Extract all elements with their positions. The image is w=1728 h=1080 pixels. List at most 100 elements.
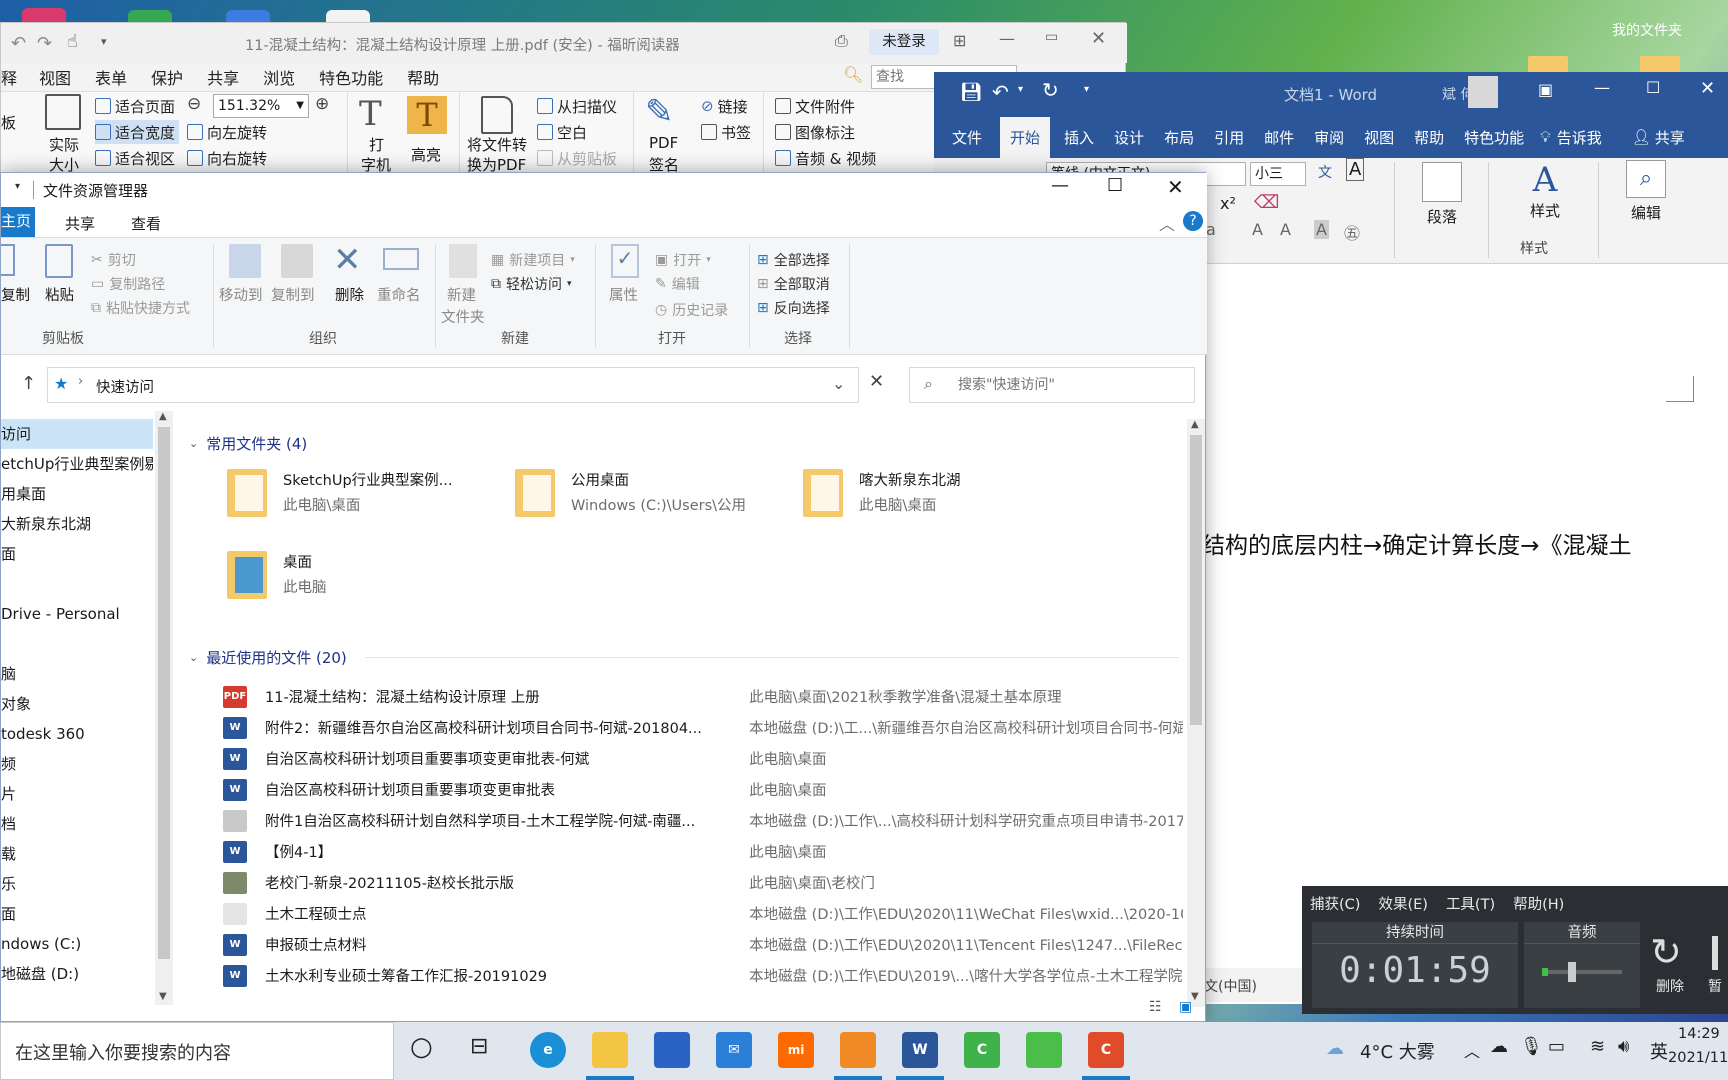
recent-file-row[interactable]: W 申报硕士点材料 本地磁盘 (D:)\工作\EDU\2020\11\Tencent… (223, 929, 1183, 960)
share-button[interactable]: 共享 (1655, 127, 1685, 148)
frequent-folder-tile[interactable]: 公用桌面 Windows (C:)\Users\公用 (515, 465, 785, 535)
highlight-icon[interactable]: T (407, 96, 447, 134)
scroll-up-icon[interactable]: ▲ (159, 411, 167, 422)
tab-home[interactable]: 主页 (1, 207, 35, 237)
tab-insert[interactable]: 插入 (1064, 127, 1094, 148)
clear-format-icon[interactable]: ⌫ (1254, 192, 1279, 213)
nav-item[interactable]: 用桌面 (1, 479, 153, 509)
audio-video-button[interactable]: 音频 & 视频 (775, 146, 876, 170)
move-to-icon[interactable] (229, 244, 261, 278)
nav-item[interactable]: todesk 360 (1, 719, 153, 749)
undo-icon[interactable]: ↶ (992, 80, 1009, 104)
nav-item[interactable]: 访问 (1, 419, 153, 449)
tab-view[interactable]: 视图 (1364, 127, 1394, 148)
zoom-select[interactable]: 151.32% ▼ (213, 94, 309, 118)
frequent-folders-header[interactable]: ⌄ 常用文件夹 (4) (189, 433, 307, 454)
nav-item[interactable]: Drive - Personal (1, 599, 153, 629)
fit-view-button[interactable]: 适合视区 (95, 146, 175, 170)
person-icon[interactable]: 👤︎ (1632, 128, 1651, 146)
clock-time[interactable]: 14:29 (1678, 1026, 1720, 1042)
nav-item[interactable] (1, 569, 153, 599)
content-scrollbar[interactable]: ▲ ▼ (1187, 419, 1205, 1007)
link-button[interactable]: ⊘ 链接 (701, 94, 748, 118)
tab-home[interactable]: 开始 (1000, 116, 1051, 158)
redo-icon[interactable]: ↻ (1042, 78, 1059, 102)
ime-indicator[interactable]: 英 (1650, 1038, 1668, 1064)
new-folder-icon[interactable] (449, 244, 477, 278)
font-size-select[interactable]: 小三 (1250, 162, 1306, 186)
onedrive-icon[interactable]: ☁ (1490, 1036, 1508, 1057)
close-icon[interactable]: ✕ (1091, 28, 1106, 49)
tab-design[interactable]: 设计 (1114, 127, 1144, 148)
recent-file-row[interactable]: W 自治区高校科研计划项目重要事项变更审批表-何斌 此电脑\桌面 (223, 743, 1183, 774)
frequent-folder-tile[interactable]: SketchUp行业典型案例... 此电脑\桌面 (227, 465, 497, 535)
delete-recording-button[interactable]: 删除 (1656, 976, 1684, 996)
superscript-icon[interactable]: x² (1220, 194, 1236, 213)
close-icon[interactable]: ✕ (1700, 78, 1715, 99)
from-scanner-button[interactable]: 从扫描仪 (537, 94, 617, 118)
tab-references[interactable]: 引用 (1214, 127, 1244, 148)
font-color-icon[interactable]: a (1206, 220, 1216, 239)
microphone-icon[interactable]: 🎙︎ (1520, 1036, 1543, 1057)
menu-tools[interactable]: 工具(T) (1446, 893, 1495, 914)
share-window-icon[interactable]: ⎙ (835, 31, 848, 51)
tab-mailings[interactable]: 邮件 (1264, 127, 1294, 148)
invert-selection-button[interactable]: ⊞ 反向选择 (757, 296, 830, 320)
typewriter-icon[interactable]: T (359, 94, 382, 134)
tab-view[interactable]: 查看 (131, 213, 161, 234)
foxit-icon[interactable] (840, 1032, 876, 1068)
move-to-button[interactable]: 移动到 (219, 284, 263, 305)
convert-to-pdf-icon[interactable] (481, 96, 513, 134)
menu-item-features[interactable]: 特色功能 (319, 65, 383, 89)
avatar[interactable] (1468, 76, 1498, 108)
styles-button[interactable]: A 样式 (1500, 160, 1590, 232)
tab-file[interactable]: 文件 (952, 127, 982, 148)
open-button[interactable]: ▣ 打开 ▾ (655, 248, 711, 272)
wechat-icon[interactable] (1026, 1032, 1062, 1068)
menu-capture[interactable]: 捕获(C) (1310, 893, 1360, 914)
delete-icon[interactable]: ✕ (333, 240, 362, 280)
explorer-search-box[interactable]: ⌕ (909, 367, 1195, 403)
document-text[interactable]: 结构的底层内柱→确定计算长度→《混凝土 (1202, 526, 1632, 560)
convert-label-1[interactable]: 将文件转 (467, 134, 527, 155)
clock-date[interactable]: 2021/11 (1668, 1050, 1728, 1066)
details-view-icon[interactable]: ☷ (1149, 999, 1162, 1015)
restore-icon[interactable]: ▭ (1045, 29, 1058, 45)
zoom-out-icon[interactable]: ⊖ (187, 94, 201, 114)
menu-item-browse[interactable]: 浏览 (263, 65, 295, 89)
pdf-sign-label-1[interactable]: PDF (649, 134, 678, 152)
fit-width-button[interactable]: 适合宽度 (95, 120, 180, 144)
nav-item[interactable]: 对象 (1, 689, 153, 719)
char-shading-icon[interactable]: A (1314, 220, 1329, 239)
rotate-right-button[interactable]: 向右旋转 (187, 146, 267, 170)
recorder-app-icon[interactable]: C (1088, 1032, 1124, 1068)
task-view-icon[interactable]: ⊟ (470, 1034, 488, 1059)
paste-shortcut-button[interactable]: ⧉ 粘贴快捷方式 (91, 296, 190, 320)
copy-icon[interactable] (1, 244, 15, 276)
grow-font-icon[interactable]: A (1252, 220, 1263, 239)
login-button[interactable]: 未登录 (869, 29, 939, 55)
tab-help[interactable]: 帮助 (1414, 127, 1444, 148)
chevron-down-icon[interactable]: ⌄ (832, 374, 845, 393)
paste-icon[interactable] (45, 244, 73, 278)
menu-item-share[interactable]: 共享 (207, 65, 239, 89)
delete-recording-icon[interactable]: ↻ (1650, 930, 1682, 974)
clear-address-icon[interactable]: ✕ (869, 371, 884, 392)
nav-item[interactable]: 面 (1, 899, 153, 929)
search-input[interactable] (958, 374, 1188, 396)
nav-item[interactable] (1, 629, 153, 659)
help-icon[interactable]: ? (1183, 211, 1203, 231)
recent-file-row[interactable]: 土木工程硕士点 本地磁盘 (D:)\工作\EDU\2020\11\WeChat F… (223, 898, 1183, 929)
large-icons-view-icon[interactable]: ▣ (1179, 999, 1192, 1015)
recent-file-row[interactable]: PDF 11-混凝土结构：混凝土结构设计原理 上册 此电脑\桌面\2021秋季教学准… (223, 681, 1183, 712)
collapse-ribbon-icon[interactable]: ︿ (1159, 211, 1175, 235)
audio-level-slider[interactable] (1542, 970, 1622, 974)
volume-icon[interactable]: 🔊︎ (1618, 1036, 1629, 1057)
maximize-icon[interactable]: ☐ (1107, 175, 1123, 196)
copy-to-icon[interactable] (281, 244, 313, 278)
tab-share[interactable]: 共享 (65, 213, 95, 234)
cortana-icon[interactable]: ○ (410, 1032, 433, 1062)
edit-button[interactable]: ✎ 编辑 (655, 272, 700, 296)
battery-icon[interactable]: ▭ (1548, 1036, 1565, 1057)
pdf-sign-icon[interactable]: ✎ (645, 92, 674, 132)
